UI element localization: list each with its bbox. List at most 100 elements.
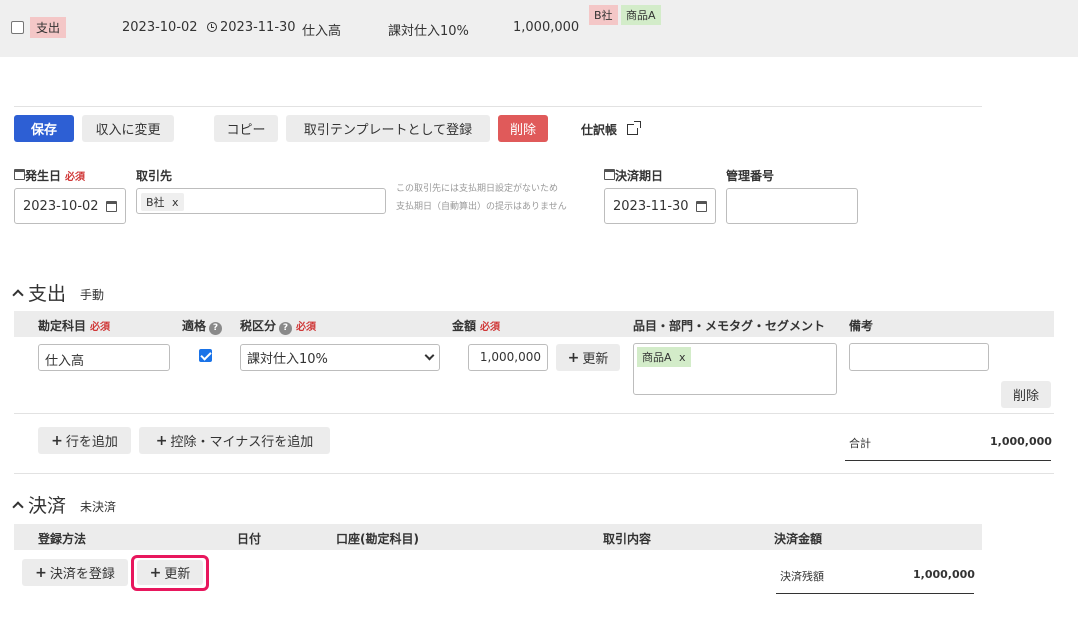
update-settlement-button[interactable]: + 更新 (137, 560, 203, 585)
summary-account: 仕入高 (302, 24, 342, 39)
journal-link[interactable]: 仕訳帳 (581, 121, 642, 138)
th-tags: 品目・部門・メモタグ・セグメント (633, 319, 826, 333)
issue-date-input[interactable]: 2023-10-02 (14, 188, 126, 224)
plus-icon: + (155, 432, 168, 449)
th-settle-account: 口座(勘定科目) (336, 532, 419, 546)
th-amount: 金額 必須 (452, 319, 501, 333)
settlement-section-title[interactable]: 決済 未決済 (12, 491, 117, 518)
th-remarks: 備考 (849, 319, 874, 333)
add-deduction-row-button[interactable]: + 控除・マイナス行を追加 (139, 427, 330, 454)
plus-icon: + (35, 564, 47, 581)
issue-date-value: 2023-10-02 (23, 198, 99, 214)
th-tax-category: 税区分? 必須 (240, 319, 317, 335)
balance-underline (776, 593, 974, 594)
add-deduction-row-label: 控除・マイナス行を追加 (170, 435, 314, 450)
summary-issue-date: 2023-10-02 (122, 20, 198, 35)
partner-note: この取引先には支払期日設定がないため 支払期日（自動算出）の提示はありません (396, 180, 567, 216)
partner-tag-label: B社 (146, 196, 165, 209)
remarks-input[interactable] (849, 343, 989, 371)
account-input[interactable]: 仕入高 (38, 344, 170, 371)
partner-note-line1: この取引先には支払期日設定がないため (396, 184, 559, 194)
required-badge: 必須 (65, 172, 86, 183)
update-settlement-label: 更新 (164, 567, 191, 582)
calendar-icon (14, 169, 25, 180)
help-icon[interactable]: ? (279, 322, 293, 335)
th-qualified: 適格? (182, 317, 223, 335)
chevron-up-icon[interactable] (12, 501, 24, 513)
chevron-up-icon[interactable] (12, 289, 24, 301)
help-icon[interactable]: ? (209, 322, 223, 335)
th-method: 登録方法 (38, 532, 87, 546)
change-to-income-button[interactable]: 収入に変更 (82, 115, 174, 142)
total-label: 合計 (849, 437, 871, 450)
control-number-input[interactable] (726, 188, 858, 224)
divider (14, 413, 1054, 414)
amount-input[interactable]: 1,000,000 (468, 344, 548, 371)
type-tag: 支出 (30, 17, 67, 38)
register-settlement-button[interactable]: + 決済を登録 (22, 559, 128, 586)
item-tag-label: 商品A (642, 351, 672, 364)
expense-title: 支出 (28, 283, 67, 305)
clock-icon (207, 22, 217, 32)
issue-date-label: 発生日 (25, 169, 62, 183)
register-settlement-label: 決済を登録 (49, 567, 115, 582)
th-date: 日付 (237, 532, 262, 546)
due-date-value: 2023-11-30 (613, 198, 689, 214)
delete-row-button[interactable]: 削除 (1001, 381, 1051, 408)
calendar-icon (604, 169, 615, 180)
divider (14, 473, 1054, 474)
item-tag-remove[interactable]: x (679, 351, 686, 364)
item-tags-input[interactable]: 商品A x (633, 343, 837, 395)
item-tag: 商品A x (637, 347, 691, 367)
summary-tax: 課対仕入10% (388, 24, 469, 39)
settlement-table-header: 登録方法 日付 口座(勘定科目) 取引内容 決済金額 (14, 524, 982, 550)
expense-section-title[interactable]: 支出 手動 (12, 279, 105, 306)
due-date-label-wrap: 決済期日 (604, 167, 663, 184)
chevron-down-icon (424, 350, 435, 361)
settlement-status: 未決済 (80, 500, 117, 514)
expense-table-header: 勘定科目 必須 適格? 税区分? 必須 金額 必須 品目・部門・メモタグ・セグメント … (14, 311, 1054, 337)
due-date-label: 決済期日 (615, 169, 664, 183)
due-date-input[interactable]: 2023-11-30 (604, 188, 716, 224)
tax-category-value: 課対仕入10% (247, 352, 328, 367)
qualified-checkbox[interactable] (199, 349, 212, 362)
expense-mode: 手動 (80, 288, 105, 302)
total-underline (845, 460, 1051, 461)
calendar-icon[interactable] (106, 200, 117, 212)
partner-input[interactable]: B社 x (136, 188, 386, 214)
divider (14, 106, 982, 107)
register-template-button[interactable]: 取引テンプレートとして登録 (286, 115, 490, 142)
add-row-label: 行を追加 (65, 435, 118, 450)
add-row-button[interactable]: + 行を追加 (38, 427, 131, 454)
summary-due-date-wrap: 2023-11-30 (207, 20, 296, 35)
update-amount-label: 更新 (582, 352, 609, 367)
balance-label: 決済残額 (780, 570, 824, 583)
tax-category-select[interactable]: 課対仕入10% (240, 344, 440, 371)
partner-label: 取引先 (136, 169, 173, 183)
partner-tag: B社 x (141, 193, 184, 211)
control-number-label: 管理番号 (726, 169, 775, 183)
th-settle-amount: 決済金額 (774, 532, 823, 546)
row-select-checkbox[interactable] (11, 21, 24, 34)
external-link-icon (627, 121, 642, 135)
copy-button[interactable]: コピー (214, 115, 278, 142)
calendar-icon[interactable] (696, 200, 707, 212)
summary-amount: 1,000,000 (513, 20, 580, 35)
balance-value: 1,000,000 (913, 568, 975, 581)
plus-icon: + (149, 564, 162, 581)
partner-note-line2: 支払期日（自動算出）の提示はありません (396, 202, 567, 212)
partner-tag-remove[interactable]: x (172, 196, 179, 209)
issue-date-label-wrap: 発生日 必須 (14, 167, 85, 184)
th-account: 勘定科目 必須 (38, 319, 111, 333)
summary-due-date: 2023-11-30 (220, 20, 296, 35)
plus-icon: + (567, 349, 580, 366)
delete-button[interactable]: 削除 (498, 115, 548, 142)
th-description: 取引内容 (603, 532, 652, 546)
save-button[interactable]: 保存 (14, 115, 74, 142)
journal-link-label: 仕訳帳 (581, 123, 618, 137)
transaction-summary-row[interactable]: 支出 2023-10-02 2023-11-30 仕入高 課対仕入10% 1,0… (0, 0, 1078, 57)
settlement-title: 決済 (28, 495, 67, 517)
plus-icon: + (51, 432, 63, 449)
summary-partner-tag: B社 (589, 5, 618, 25)
update-amount-button[interactable]: + 更新 (556, 344, 620, 371)
